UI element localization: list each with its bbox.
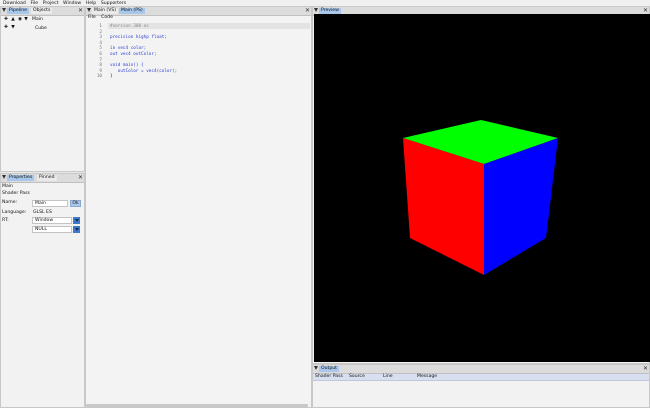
- pin-icon[interactable]: [314, 8, 318, 13]
- column-source[interactable]: Source: [349, 374, 365, 380]
- eye-icon[interactable]: ◉: [18, 17, 22, 22]
- tab-properties[interactable]: Properties: [7, 175, 35, 181]
- close-icon[interactable]: ✕: [78, 174, 83, 182]
- rt-label: RT:: [2, 218, 9, 223]
- language-value[interactable]: GLSL ES: [33, 209, 52, 216]
- editor-menu: File Code: [86, 15, 313, 21]
- ok-button[interactable]: Ok: [70, 200, 81, 207]
- properties-subtitle: Shader Pass: [2, 191, 30, 196]
- output-panel: Output ✕ Shader Pass Source Line Message: [312, 364, 650, 408]
- code-line: outColor = vec4(color);: [110, 68, 178, 74]
- line-number: 2: [99, 29, 102, 35]
- cube-render: [403, 120, 558, 275]
- tab-pinned[interactable]: Pinned: [37, 175, 57, 181]
- line-number: 10: [96, 74, 102, 80]
- code-line: #version 300 es: [110, 24, 149, 29]
- properties-tabbar: Properties Pinned ✕: [1, 174, 84, 183]
- arrow-down-icon[interactable]: ▼: [11, 25, 15, 30]
- rt-select-window[interactable]: Window: [32, 217, 72, 224]
- add-icon[interactable]: ✚: [4, 17, 8, 22]
- code-line: in vec4 color;: [110, 46, 147, 52]
- code-line: precision highp float;: [110, 35, 167, 41]
- tree-item-main[interactable]: Main: [32, 16, 43, 23]
- chevron-down-icon[interactable]: [73, 217, 80, 224]
- code-line: }: [110, 74, 113, 80]
- line-number: 8: [99, 63, 102, 69]
- column-message[interactable]: Message: [417, 374, 437, 380]
- tab-objects[interactable]: Objects: [31, 8, 53, 14]
- editor-horizontal-scrollbar[interactable]: [86, 404, 308, 407]
- code-editor-panel: Main (VS) Main (PS) ✕ File Code 1 #versio…: [85, 6, 312, 408]
- line-number: 1: [99, 24, 102, 29]
- properties-panel: Properties Pinned ✕ Main Shader Pass Nam…: [0, 173, 85, 408]
- code-area[interactable]: 1 #version 300 es 2 3 precision highp floa…: [86, 22, 311, 404]
- chevron-down-icon[interactable]: [73, 226, 80, 233]
- language-label: Language:: [2, 210, 27, 215]
- tab-pipeline[interactable]: Pipeline: [7, 8, 29, 14]
- pipeline-tabbar: Pipeline Objects ✕: [1, 7, 84, 16]
- name-field[interactable]: Main: [32, 200, 68, 207]
- tab-main-ps[interactable]: Main (PS): [119, 8, 145, 14]
- line-number: 7: [99, 57, 102, 63]
- line-number: 5: [99, 46, 102, 52]
- tab-output[interactable]: Output: [319, 366, 339, 372]
- close-icon[interactable]: ✕: [643, 365, 648, 373]
- tab-main-vs[interactable]: Main (VS): [92, 8, 119, 14]
- line-number: 3: [99, 35, 102, 41]
- output-table-header: Shader Pass Source Line Message: [313, 374, 649, 381]
- column-shader-pass[interactable]: Shader Pass: [315, 374, 343, 380]
- pin-icon[interactable]: [87, 8, 91, 13]
- name-label: Name:: [2, 200, 18, 205]
- properties-title: Main: [2, 184, 13, 189]
- add-icon[interactable]: ✚: [4, 25, 8, 30]
- rt-select-null[interactable]: NULL: [32, 226, 72, 233]
- code-line: out vec4 outColor;: [110, 52, 157, 57]
- close-icon[interactable]: ✕: [305, 7, 310, 15]
- arrow-up-icon[interactable]: ▲: [11, 17, 15, 22]
- editor-menu-code[interactable]: Code: [101, 15, 113, 20]
- close-icon[interactable]: ✕: [78, 7, 83, 15]
- pin-icon[interactable]: [314, 366, 318, 371]
- preview-viewport[interactable]: [314, 14, 650, 362]
- tree-item-cube[interactable]: Cube: [35, 25, 47, 32]
- pipeline-panel: Pipeline Objects ✕ ✚ ▲ ◉ ▼ Main ✚ ▼ Cube: [0, 6, 85, 172]
- pin-icon[interactable]: [2, 175, 6, 180]
- pin-icon[interactable]: [2, 8, 6, 13]
- output-tabbar: Output ✕: [313, 365, 649, 374]
- code-line: void main() {: [110, 63, 144, 69]
- arrow-down-icon[interactable]: ▼: [24, 17, 28, 22]
- editor-menu-file[interactable]: File: [88, 15, 96, 20]
- line-number: 6: [99, 52, 102, 57]
- column-line[interactable]: Line: [383, 374, 393, 380]
